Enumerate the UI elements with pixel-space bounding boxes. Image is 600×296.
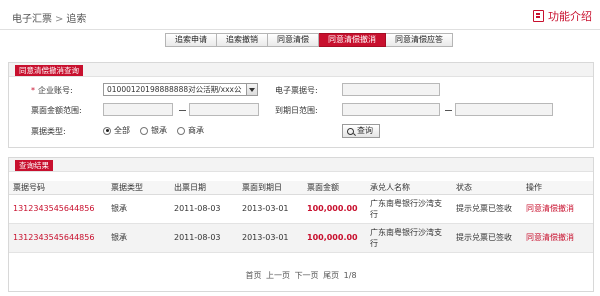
- range-dash: [445, 110, 452, 111]
- amount-to-input[interactable]: [189, 103, 259, 116]
- bill-type-cell: 银承: [107, 194, 170, 224]
- radio-commercial-acceptance[interactable]: 商承: [177, 125, 204, 136]
- required-marker: *: [31, 86, 35, 95]
- account-select-value: 01000120198888888对公活期/xxx公: [107, 85, 242, 94]
- amount-from-input[interactable]: [103, 103, 173, 116]
- acceptor-cell: 广东南粤银行沙湾支 行: [366, 223, 452, 253]
- tab-bar: 追索申请 追索撤销 同意清偿 同意清偿撤消 同意清偿应答: [165, 33, 453, 47]
- top-bar: 电子汇票 > 追索 功能介绍: [0, 0, 600, 30]
- bill-type-label: 票据类型:: [31, 127, 66, 136]
- tab-recourse-apply[interactable]: 追索申请: [165, 33, 217, 47]
- pager-prev[interactable]: 上一页: [266, 271, 290, 280]
- acceptor-line: 行: [370, 238, 378, 248]
- bill-type-radio-group: 全部 银承 商承: [103, 125, 204, 136]
- search-icon: [347, 127, 354, 135]
- radio-all[interactable]: 全部: [103, 125, 130, 136]
- column-header: 出票日期: [170, 181, 238, 195]
- breadcrumb-root[interactable]: 电子汇票: [12, 14, 52, 25]
- table-row: 1312343545644856 银承 2011-08-03 2013-03-0…: [9, 223, 593, 253]
- tab-agree-payoff-revoke[interactable]: 同意清偿撤消: [319, 33, 386, 47]
- function-intro-link[interactable]: 功能介绍: [533, 8, 592, 24]
- revoke-agree-payoff-link[interactable]: 同意清偿撤消: [522, 194, 593, 224]
- column-header: 状态: [452, 181, 522, 195]
- bill-no-input[interactable]: [342, 83, 440, 96]
- book-icon: [533, 10, 544, 22]
- chevron-down-icon: [246, 84, 257, 95]
- revoke-agree-payoff-link[interactable]: 同意清偿撤消: [522, 223, 593, 253]
- table-header-row: 票据号码 票据类型 出票日期 票面到期日 票面金额 承兑人名称 状态 操作: [9, 181, 593, 195]
- pager-next[interactable]: 下一页: [295, 271, 319, 280]
- tab-agree-payoff-reply[interactable]: 同意清偿应答: [386, 33, 453, 47]
- query-button-label: 查询: [357, 126, 373, 135]
- breadcrumb: 电子汇票 > 追索: [12, 10, 86, 25]
- radio-bank-acceptance-dot[interactable]: [140, 126, 148, 135]
- radio-commercial-acceptance-dot[interactable]: [177, 126, 185, 135]
- status-cell: 提示兑票已签收: [452, 194, 522, 224]
- bill-no-label: 电子票据号:: [275, 86, 318, 95]
- column-header: 票据号码: [9, 181, 107, 195]
- radio-bank-acceptance[interactable]: 银承: [140, 125, 167, 136]
- pager-page-info: 1/8: [343, 271, 357, 280]
- breadcrumb-separator: >: [55, 14, 64, 25]
- pager-first[interactable]: 首页: [245, 271, 261, 280]
- column-header: 操作: [522, 181, 593, 195]
- due-date-cell: 2013-03-01: [238, 223, 303, 253]
- results-panel: 查询结果 票据号码 票据类型 出票日期 票面到期日 票面金额 承兑人名称 状态 …: [8, 157, 594, 292]
- column-header: 承兑人名称: [366, 181, 452, 195]
- pagination: 首页 上一页 下一页 尾页 1/8: [9, 270, 593, 281]
- acceptor-line: 广东南粤银行沙湾支: [370, 227, 442, 237]
- acceptor-cell: 广东南粤银行沙湾支 行: [366, 194, 452, 224]
- issue-date-cell: 2011-08-03: [170, 194, 238, 224]
- query-panel-header: 同意清偿撤消查询: [9, 63, 593, 77]
- acceptor-line: 广东南粤银行沙湾支: [370, 198, 442, 208]
- due-from-input[interactable]: [342, 103, 440, 116]
- bill-type-cell: 银承: [107, 223, 170, 253]
- pager-last[interactable]: 尾页: [323, 271, 339, 280]
- bill-number-link[interactable]: 1312343545644856: [9, 194, 107, 224]
- amount-range-label: 票面金额范围:: [31, 106, 82, 115]
- query-button[interactable]: 查询: [342, 124, 380, 138]
- results-panel-header: 查询结果: [9, 158, 593, 172]
- due-date-cell: 2013-03-01: [238, 194, 303, 224]
- table-row: 1312343545644856 银承 2011-08-03 2013-03-0…: [9, 194, 593, 224]
- account-select[interactable]: 01000120198888888对公活期/xxx公: [103, 83, 258, 96]
- account-label: * 企业账号:: [31, 86, 73, 95]
- column-header: 票据类型: [107, 181, 170, 195]
- results-table: 票据号码 票据类型 出票日期 票面到期日 票面金额 承兑人名称 状态 操作 13…: [9, 181, 593, 253]
- amount-cell: 100,000.00: [303, 223, 366, 253]
- status-cell: 提示兑票已签收: [452, 223, 522, 253]
- due-range-label: 到期日范围:: [275, 106, 318, 115]
- tab-recourse-revoke[interactable]: 追索撤销: [217, 33, 268, 47]
- results-panel-title: 查询结果: [15, 160, 53, 171]
- column-header: 票面金额: [303, 181, 366, 195]
- acceptor-line: 行: [370, 209, 378, 219]
- function-intro-label: 功能介绍: [548, 10, 592, 23]
- tab-agree-payoff[interactable]: 同意清偿: [268, 33, 319, 47]
- query-panel-title: 同意清偿撤消查询: [15, 65, 83, 76]
- query-panel: 同意清偿撤消查询 * 企业账号: 01000120198888888对公活期/xx…: [8, 62, 594, 148]
- amount-cell: 100,000.00: [303, 194, 366, 224]
- issue-date-cell: 2011-08-03: [170, 223, 238, 253]
- range-dash: [179, 110, 186, 111]
- radio-all-dot[interactable]: [103, 126, 111, 135]
- due-to-input[interactable]: [455, 103, 553, 116]
- bill-number-link[interactable]: 1312343545644856: [9, 223, 107, 253]
- column-header: 票面到期日: [238, 181, 303, 195]
- breadcrumb-current: 追索: [66, 14, 87, 25]
